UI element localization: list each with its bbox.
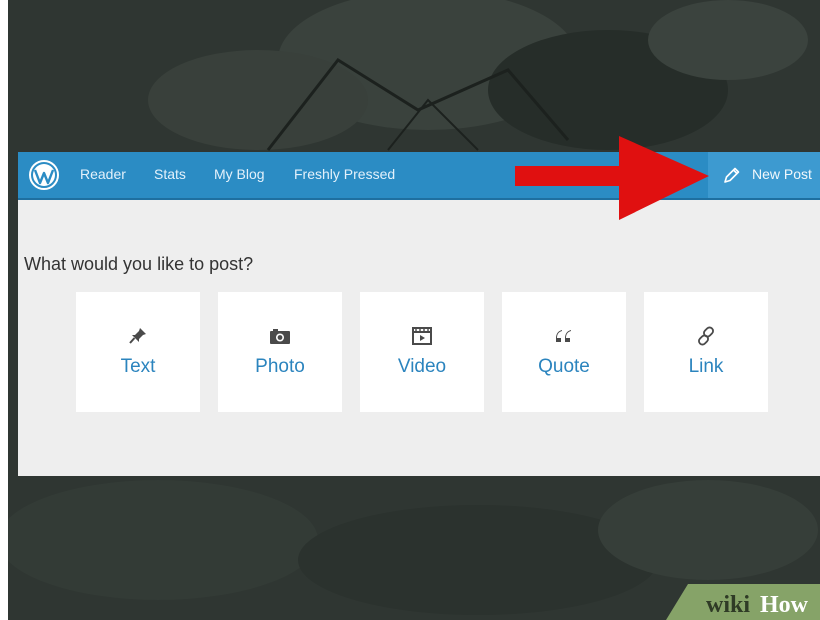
post-type-prompt: What would you like to post? xyxy=(24,254,254,274)
post-type-video-card[interactable]: Video xyxy=(360,292,484,412)
post-type-quote-label: Quote xyxy=(538,356,590,377)
post-type-link-card[interactable]: Link xyxy=(644,292,768,412)
svg-text:How: How xyxy=(760,592,809,618)
video-icon xyxy=(412,327,432,345)
new-post-label: New Post xyxy=(752,166,812,182)
nav-freshly-pressed[interactable]: Freshly Pressed xyxy=(294,166,395,182)
link-icon xyxy=(698,326,714,346)
svg-text:wiki: wiki xyxy=(706,592,750,618)
post-type-photo-card[interactable]: Photo xyxy=(218,292,342,412)
post-type-video-label: Video xyxy=(397,356,447,377)
post-type-quote-card[interactable]: Quote xyxy=(502,292,626,412)
post-type-text-card[interactable]: Text xyxy=(76,292,200,412)
quote-icon xyxy=(556,330,571,342)
wordpress-logo-icon[interactable] xyxy=(28,159,60,191)
post-type-photo-label: Photo xyxy=(255,356,305,377)
new-post-button[interactable]: New Post xyxy=(708,152,820,198)
pin-icon xyxy=(129,328,146,344)
wikihow-watermark: wiki How xyxy=(666,584,820,620)
background-photo: Reader Stats My Blog Freshly Pressed New… xyxy=(8,0,820,620)
nav-stats[interactable]: Stats xyxy=(154,166,186,182)
post-type-link-label: Link xyxy=(688,356,724,377)
camera-icon xyxy=(270,329,290,344)
nav-reader[interactable]: Reader xyxy=(80,166,126,182)
nav-my-blog[interactable]: My Blog xyxy=(214,166,265,182)
pencil-icon xyxy=(724,167,740,183)
post-type-text-label: Text xyxy=(120,356,156,377)
red-arrow-annotation xyxy=(515,136,709,220)
